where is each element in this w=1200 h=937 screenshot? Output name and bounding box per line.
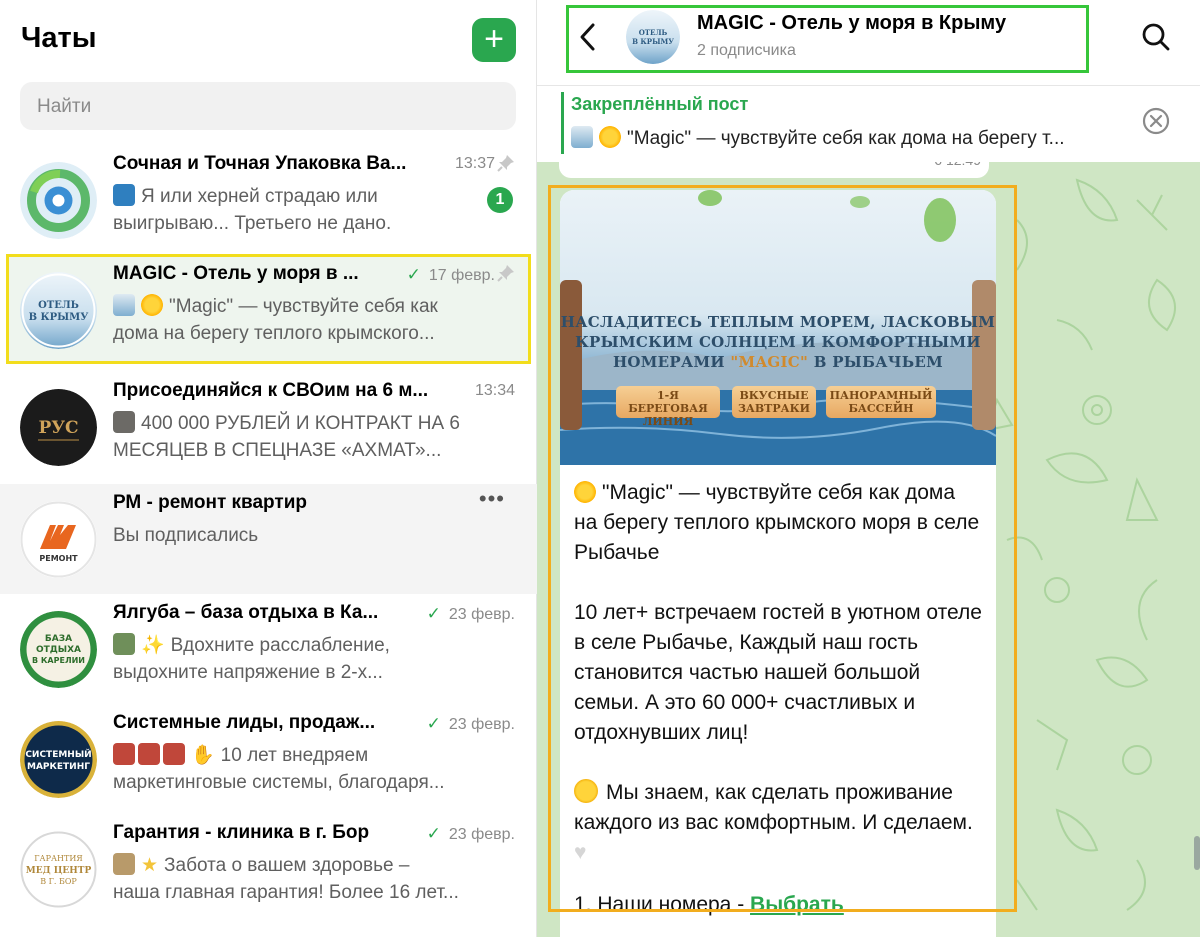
chat-item-rm-remont[interactable]: РЕМОНТ РМ - ремонт квартир ••• Вы подпис… [0,484,537,594]
svg-text:БАЗА: БАЗА [45,634,72,644]
read-check-icon: ✓ [426,604,441,623]
preview-thumbnail [113,294,135,316]
hand-emoji-icon: ✋ [191,745,215,766]
svg-text:ОТДЫХА: ОТДЫХА [36,645,81,655]
svg-text:МАРКЕТИНГ: МАРКЕТИНГ [27,762,90,772]
svg-text:В КАРЕЛИИ: В КАРЕЛИИ [32,656,85,665]
channel-pane: ОТЕЛЬ В КРЫМУ MAGIC - Отель у моря в Крым… [537,0,1200,937]
pin-icon [497,265,514,282]
svg-text:ОТЕЛЬ: ОТЕЛЬ [639,28,668,37]
svg-text:В КРЫМУ: В КРЫМУ [29,312,89,323]
avatar: СИСТЕМНЫЙ МАРКЕТИНГ [20,721,97,798]
chat-item-upakovka[interactable]: Сочная и Точная Упаковка Ва... 13:37 Я и… [0,145,537,255]
chat-name: MAGIC - Отель у моря в ... [113,263,359,284]
avatar: ГАРАНТИЯ МЕД ЦЕНТР В Г. БОР [20,831,97,908]
new-chat-button[interactable]: + [472,18,516,62]
chat-time: ✓ 23 февр. [426,604,515,623]
search-icon[interactable] [1141,22,1171,52]
chat-preview: ✨ Вдохните расслабление, выдохните напряж… [113,633,390,683]
close-icon[interactable] [1141,106,1171,136]
svg-text:МЕД ЦЕНТР: МЕД ЦЕНТР [26,866,92,876]
sun-emoji-icon [141,294,163,316]
channel-title[interactable]: MAGIC - Отель у моря в Крыму [697,12,1006,35]
chat-preview: 400 000 РУБЛЕЙ И КОНТРАКТ НА 6 МЕСЯЦЕВ В… [113,411,460,461]
star-emoji-icon: ★ [141,855,159,876]
chat-name: Системные лиды, продаж... [113,712,376,733]
chat-item-magic[interactable]: ОТЕЛЬ В КРЫМУ MAGIC - Отель у моря в ... … [0,255,537,365]
avatar [20,162,97,239]
avatar: РЕМОНТ [20,501,97,578]
chat-name: Гарантия - клиника в г. Бор [113,822,370,843]
preview-thumbnail [113,853,135,875]
read-check-icon: ✓ [426,824,441,843]
chat-item-svoim[interactable]: РУС Присоединяйся к СВОим на 6 м... 13:3… [0,372,537,482]
chat-time: 13:37 [454,155,495,172]
chat-time: ✓ 23 февр. [426,714,515,733]
search-placeholder: Найти [37,96,92,117]
subscriber-count: 2 подписчика [697,42,796,59]
sun-emoji-icon [599,126,621,148]
chat-time: ✓ 17 февр. [406,265,495,284]
pinned-indicator [561,92,564,154]
svg-text:В КРЫМУ: В КРЫМУ [632,37,674,46]
chat-preview: ✋ 10 лет внедряем маркетинговые системы, … [113,743,445,793]
chat-name: Присоединяйся к СВОим на 6 м... [113,380,429,401]
preview-thumbnail [571,126,593,148]
pinned-title: Закреплённый пост [571,94,749,114]
search-input[interactable]: Найти [20,82,516,130]
avatar: РУС [20,389,97,466]
read-check-icon: ✓ [426,714,441,733]
chat-name: Ялгуба – база отдыха в Ка... [113,602,379,623]
chat-list-pane: Чаты + Найти Сочная и Точная Упаковка Ва… [0,0,537,937]
chat-item-garantiya[interactable]: ГАРАНТИЯ МЕД ЦЕНТР В Г. БОР Гарантия - кли… [0,814,537,924]
preview-thumbnail [113,743,135,765]
channel-avatar[interactable]: ОТЕЛЬ В КРЫМУ [626,10,680,64]
chat-item-sistemnye-lidy[interactable]: СИСТЕМНЫЙ МАРКЕТИНГ Системные лиды, прода… [0,704,537,814]
svg-text:В Г. БОР: В Г. БОР [40,877,77,886]
svg-text:СИСТЕМНЫЙ: СИСТЕМНЫЙ [25,748,91,760]
preview-thumbnail [113,633,135,655]
chat-name: Сочная и Точная Упаковка Ва... [113,153,407,174]
chat-time: ✓ 23 февр. [426,824,515,843]
post-highlight [548,185,1017,912]
back-arrow-icon[interactable] [577,22,599,52]
unread-badge: 1 [487,187,513,213]
pinned-post-bar[interactable]: Закреплённый пост "Magic" — чувствуйте с… [537,86,1200,162]
svg-text:РУС: РУС [38,418,78,438]
page-title: Чаты [21,22,97,54]
preview-thumbnail [113,184,135,206]
preview-thumbnail [138,743,160,765]
pinned-text: "Magic" — чувствуйте себя как дома на бе… [571,126,1121,150]
more-options-icon[interactable]: ••• [479,486,505,512]
chat-name: РМ - ремонт квартир [113,492,307,513]
chat-item-yalguba[interactable]: БАЗА ОТДЫХА В КАРЕЛИИ Ялгуба – база отдыха… [0,594,537,704]
pin-icon [497,155,514,172]
avatar: БАЗА ОТДЫХА В КАРЕЛИИ [20,611,97,688]
avatar: ОТЕЛЬ В КРЫМУ [20,272,97,349]
chat-preview: "Magic" — чувствуйте себя как дома на бе… [113,294,438,344]
read-check-icon: ✓ [406,265,421,284]
svg-text:РЕМОНТ: РЕМОНТ [39,554,78,563]
scrollbar-thumb[interactable] [1194,836,1200,870]
chat-time: 13:34 [474,382,515,399]
chat-preview: Вы подписались [113,525,259,546]
chat-preview: Я или херней страдаю или выигрываю... Тр… [113,184,392,234]
sparkles-emoji-icon: ✨ [141,635,165,656]
svg-text:ГАРАНТИЯ: ГАРАНТИЯ [34,854,83,863]
preview-thumbnail [163,743,185,765]
chat-preview: ★ Забота о вашем здоровье – наша главная … [113,853,459,903]
svg-text:ОТЕЛЬ: ОТЕЛЬ [38,300,79,311]
channel-header: ОТЕЛЬ В КРЫМУ MAGIC - Отель у моря в Крым… [537,0,1200,86]
preview-thumbnail [113,411,135,433]
